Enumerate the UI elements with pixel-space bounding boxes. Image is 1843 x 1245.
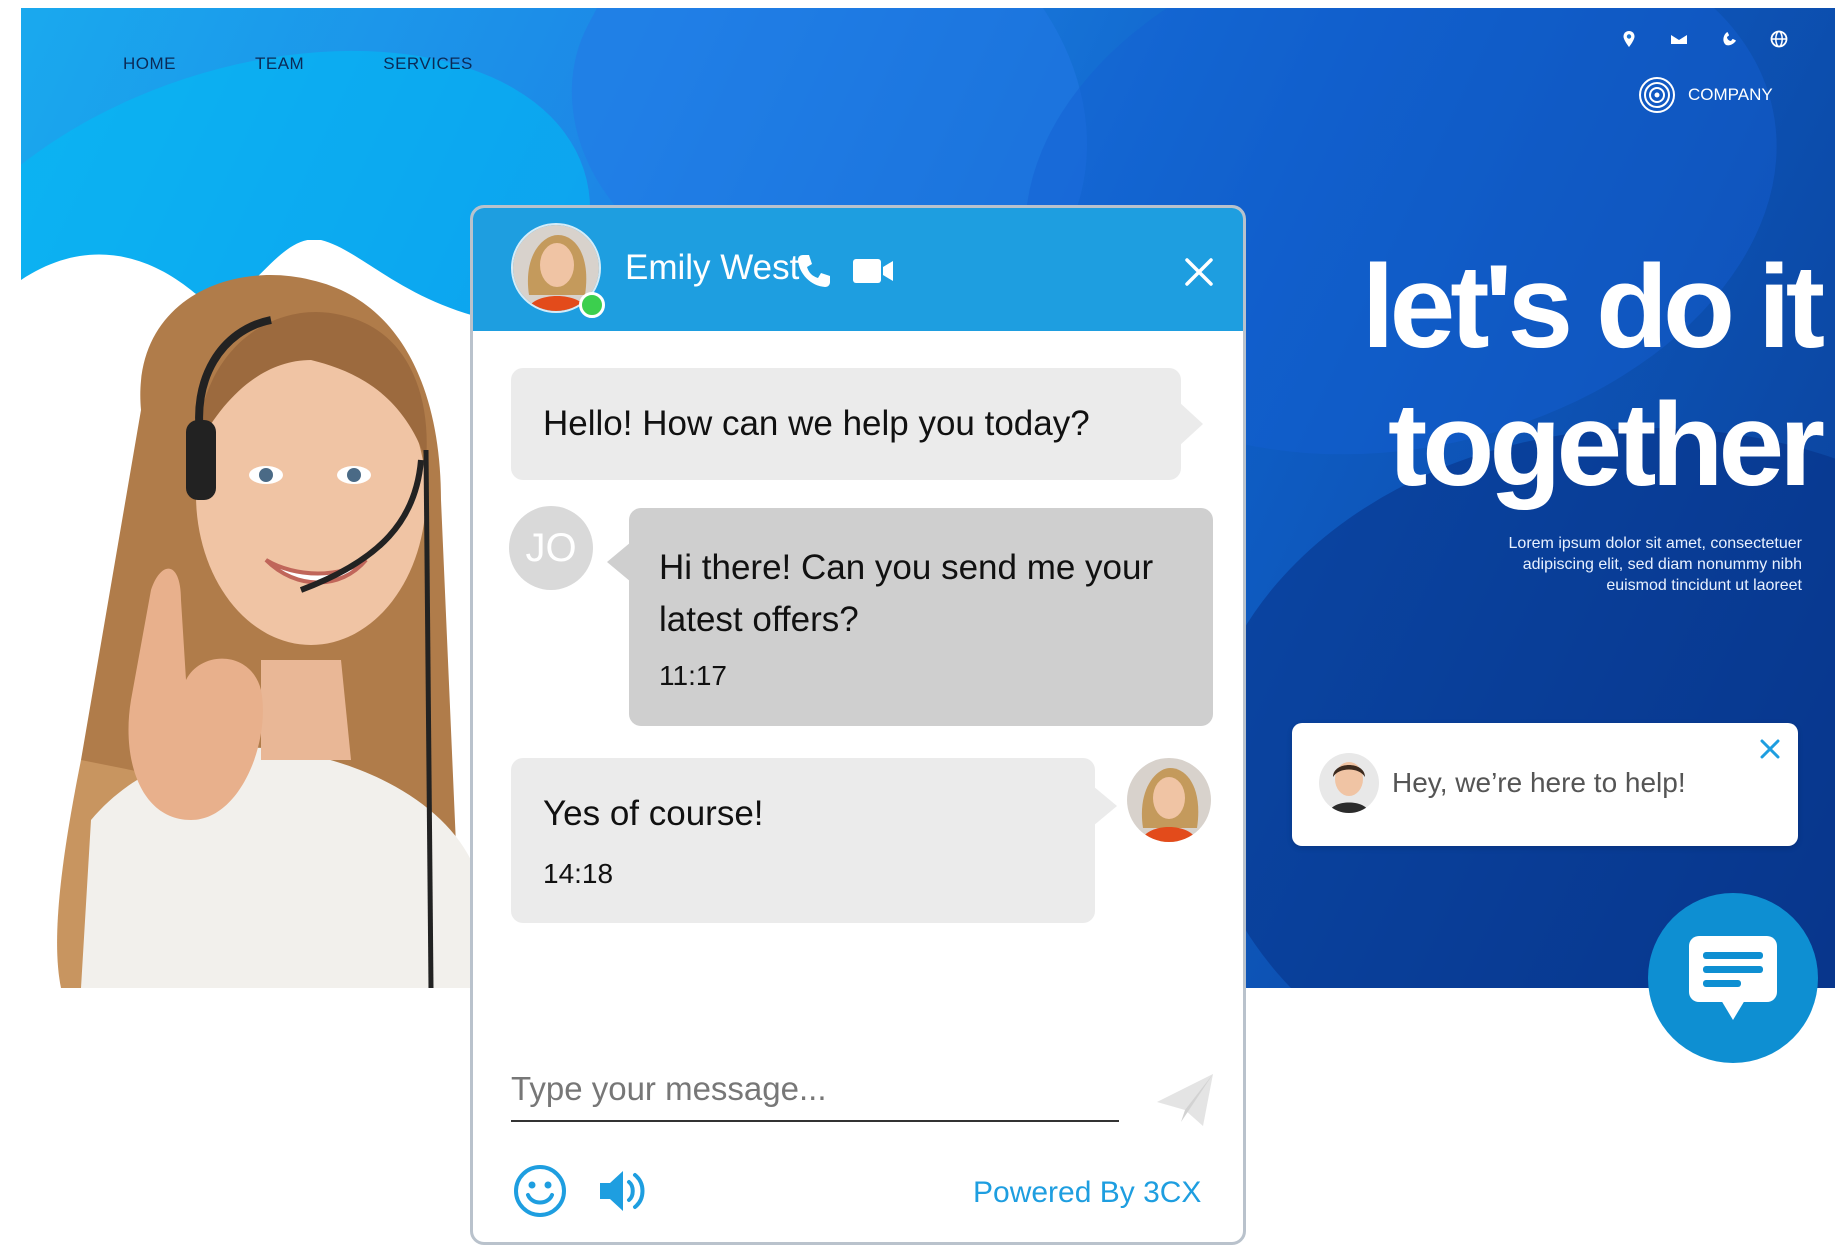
send-icon[interactable] <box>1153 1068 1217 1132</box>
message-timestamp: 14:18 <box>543 858 614 889</box>
headline-line: together <box>1388 379 1825 511</box>
chat-header: Emily West <box>473 208 1243 331</box>
popup-message: Hey, we’re here to help! <box>1392 767 1686 798</box>
message-timestamp: 11:17 <box>659 660 727 691</box>
agent-message-bubble: Yes of course! 14:18 <box>511 758 1117 923</box>
message-input-wrapper <box>511 1070 1119 1122</box>
close-icon[interactable] <box>1758 737 1782 761</box>
message-text: Hi there! Can you send me your latest of… <box>659 548 1154 639</box>
chat-window: Emily West Hello! How can we help you to… <box>470 205 1246 1245</box>
nav-item-services[interactable]: SERVICES <box>383 54 473 74</box>
phone-icon[interactable] <box>795 252 833 290</box>
chat-launcher-button[interactable] <box>1648 893 1818 1063</box>
description-line: euismod tincidunt ut laoreet <box>1606 577 1802 594</box>
message-input[interactable] <box>511 1070 1119 1108</box>
contact-icons <box>1620 30 1788 48</box>
agent-avatar <box>1127 758 1211 842</box>
description-line: Lorem ipsum dolor sit amet, consectetuer <box>1508 535 1802 552</box>
chat-bubble-icon <box>1689 936 1777 1020</box>
powered-by-link[interactable]: Powered By 3CX <box>973 1176 1201 1210</box>
online-status-indicator <box>579 292 605 318</box>
message-text: Hello! How can we help you today? <box>543 404 1090 443</box>
description-line: adipiscing elit, sed diam nonummy nibh <box>1522 556 1802 573</box>
hero-description: Lorem ipsum dolor sit amet, consectetuer… <box>1440 533 1802 596</box>
agent-avatar <box>1319 753 1379 813</box>
video-camera-icon[interactable] <box>851 252 895 290</box>
mail-icon[interactable] <box>1670 30 1688 48</box>
nav-item-team[interactable]: TEAM <box>255 54 304 74</box>
company-logo[interactable]: COMPANY <box>1638 76 1773 114</box>
agent-message-bubble: Hello! How can we help you today? <box>511 368 1203 480</box>
help-popup[interactable]: Hey, we’re here to help! <box>1292 723 1798 846</box>
top-nav: HOME TEAM SERVICES <box>123 54 552 74</box>
support-agent-photo <box>57 275 471 988</box>
close-icon[interactable] <box>1183 256 1215 288</box>
emoji-icon[interactable] <box>513 1164 567 1218</box>
nav-item-home[interactable]: HOME <box>123 54 176 74</box>
location-pin-icon[interactable] <box>1620 30 1638 48</box>
user-avatar: JO <box>509 506 593 590</box>
concentric-circles-icon <box>1639 77 1675 113</box>
speaker-icon[interactable] <box>597 1166 649 1216</box>
message-text: Yes of course! <box>543 794 764 833</box>
headline-line: let's do it <box>1361 241 1825 373</box>
company-name: COMPANY <box>1688 85 1773 104</box>
phone-icon[interactable] <box>1720 30 1738 48</box>
user-message-bubble: Hi there! Can you send me your latest of… <box>607 508 1213 726</box>
globe-icon[interactable] <box>1770 30 1788 48</box>
hero-headline: let's do it together <box>1280 238 1825 514</box>
agent-name: Emily West <box>625 248 800 287</box>
